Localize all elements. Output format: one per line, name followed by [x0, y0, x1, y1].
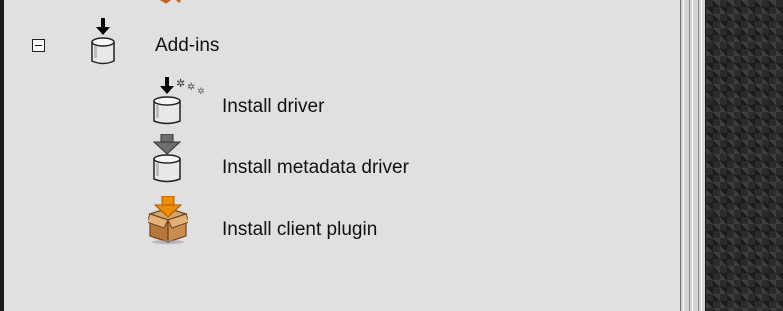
tree-node-add-ins[interactable]: Add-ins: [155, 35, 219, 57]
partial-node-icon: [159, 0, 182, 4]
package-arrow-icon[interactable]: [148, 196, 188, 244]
tree-node-install-driver[interactable]: Install driver: [222, 96, 324, 118]
collapse-toggle[interactable]: [32, 39, 45, 52]
database-arrow-icon[interactable]: [150, 134, 186, 184]
database-install-icon[interactable]: [86, 18, 120, 68]
database-gears-icon[interactable]: ✲ ✲ ✲: [150, 77, 216, 127]
tree-node-install-client-plugin[interactable]: Install client plugin: [222, 219, 377, 241]
svg-text:✲: ✲: [197, 87, 205, 97]
panel-splitter[interactable]: [680, 0, 706, 311]
svg-text:✲: ✲: [176, 77, 185, 90]
carbon-background: [706, 0, 783, 311]
svg-text:✲: ✲: [187, 82, 195, 93]
tree-panel: Add-ins ✲ ✲ ✲ Install driver Install met…: [0, 0, 680, 311]
tree-node-install-metadata-driver[interactable]: Install metadata driver: [222, 157, 409, 179]
